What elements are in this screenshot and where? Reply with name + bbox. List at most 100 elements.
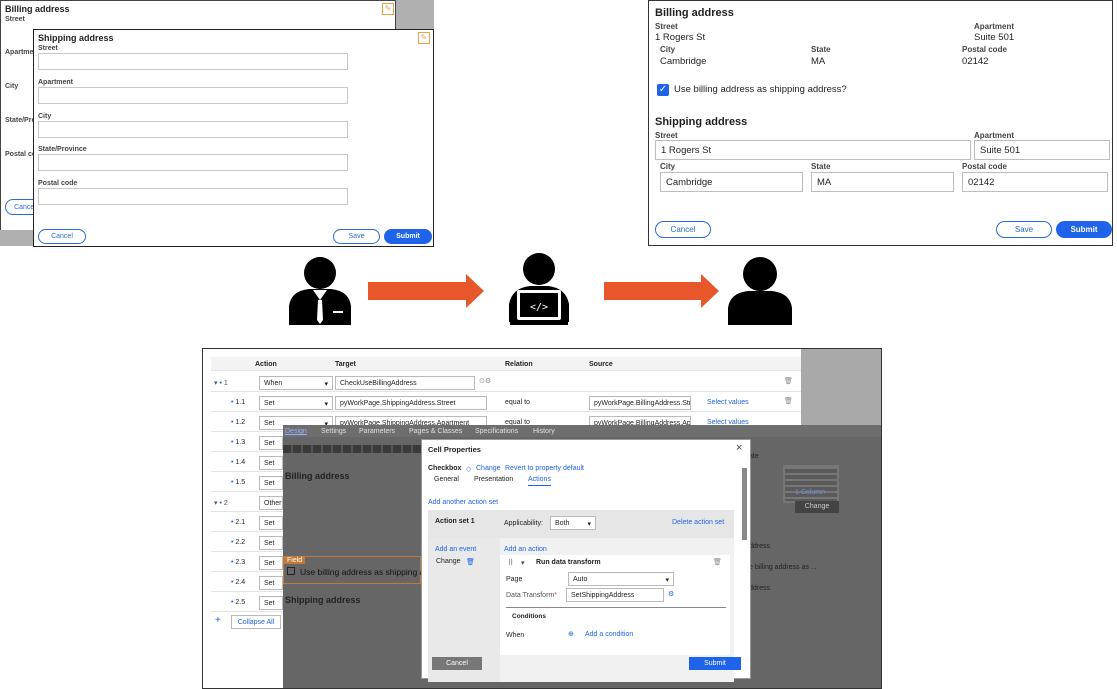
tab-design[interactable]: Design [285,428,307,435]
apartment-input[interactable] [38,87,348,104]
action-select[interactable]: Other [259,496,283,510]
tab-parameters[interactable]: Parameters [359,428,395,435]
apartment-label: Apartment [974,131,1015,140]
conditions-label: Conditions [512,613,546,620]
street-value: 1 Rogers St [655,32,706,43]
add-condition-icon[interactable]: ⊕ [568,630,574,638]
action-select[interactable]: Set▾ [259,396,333,410]
state-label: State/Province [38,146,87,153]
city-input[interactable]: Cambridge [660,172,803,192]
edit-icon[interactable]: ✎ [382,3,394,15]
scrollbar[interactable] [742,468,747,540]
trash-icon[interactable]: 🗑 [784,397,793,405]
target-input[interactable]: pyWorkPage.ShippingAddress.Street [335,396,487,410]
field-label: City [5,83,19,90]
tab-settings[interactable]: Settings [321,428,346,435]
submit-button[interactable]: Submit [1056,221,1112,238]
checkbox-checked[interactable]: ✓ [657,84,669,96]
action-select[interactable]: When ▾ [259,376,333,390]
cancel-button[interactable]: Cancel [38,229,86,244]
control-name: Checkbox [428,465,462,472]
postal-code-label: Postal code [962,45,1007,54]
target-input[interactable]: CheckUseBillingAddress [335,376,475,390]
action-select[interactable]: Set [259,556,283,570]
tree-item[interactable]: e billing address as ... [749,564,817,571]
table-row: • 2.3 Set [211,553,283,572]
street-input[interactable]: 1 Rogers St [655,140,971,160]
layout-thumbnail [783,465,839,503]
add-action-set-link[interactable]: Add another action set [428,499,498,506]
action-select[interactable]: Set [259,456,283,470]
cancel-button[interactable]: Cancel [432,657,482,670]
collapse-all-button[interactable]: Collapse All [231,615,281,629]
tree-item[interactable]: ddress [749,543,770,550]
action-select[interactable]: Set [259,476,283,490]
tab-presentation[interactable]: Presentation [474,476,513,483]
state-input[interactable]: MA [811,172,954,192]
postal-code-input[interactable]: 02142 [962,172,1108,192]
edit-icon[interactable]: ✎ [418,32,430,44]
action-select[interactable]: Set [259,596,283,610]
submit-button[interactable]: Submit [384,229,432,244]
tab-specifications[interactable]: Specifications [475,428,518,435]
table-row: • 2.4 Set [211,573,283,592]
code-glyph: </> [530,302,548,313]
data-transform-input[interactable]: SetShippingAddress [566,588,664,602]
add-action-link[interactable]: Add an action [504,546,547,553]
checkbox[interactable] [287,567,295,575]
add-condition-link[interactable]: Add a condition [585,631,633,638]
source-input[interactable]: pyWorkPage.BillingAddress.Str [589,396,691,410]
apartment-label: Apartment [38,79,74,86]
city-value: Cambridge [660,56,707,67]
close-icon[interactable]: × [736,442,742,454]
street-label: Street [655,131,678,140]
trash-icon[interactable]: 🗑 [466,558,475,566]
tab-history[interactable]: History [533,428,555,435]
header-source: Source [589,361,613,368]
event-item[interactable]: Change [436,558,461,565]
change-button[interactable]: Change [795,501,839,513]
change-link[interactable]: Change [476,465,501,472]
action-select[interactable]: Set [259,516,283,530]
action-select[interactable]: Set [259,576,283,590]
state-label: State [811,45,831,54]
drag-handle-icon[interactable]: ⠿ [508,559,513,567]
street-input[interactable] [38,53,348,70]
action-select[interactable]: Set [259,536,283,550]
save-button[interactable]: Save [996,221,1052,238]
delete-action-set-link[interactable]: Delete action set [672,519,724,526]
gray-panel [801,349,881,425]
designer-screenshot: Action Target Relation Source ▾ • 1 When… [202,348,882,689]
state-input[interactable] [38,154,348,171]
city-label: City [660,162,676,171]
applicability-select[interactable]: Both ▾ [550,516,596,530]
city-label: City [38,113,52,120]
submit-button[interactable]: Submit [689,657,741,670]
checkbox-label: Use billing address as shipping ad [300,567,429,577]
gear-icon[interactable]: ⊙⚙ [479,377,491,385]
city-input[interactable] [38,121,348,138]
save-button[interactable]: Save [333,229,380,244]
trash-icon[interactable]: 🗑 [784,377,793,385]
cancel-button[interactable]: Cancel [655,221,711,238]
shipping-form-front: Shipping address ✎ Street Apartment City… [33,29,434,247]
tab-actions[interactable]: Actions [528,476,551,486]
apartment-input[interactable]: Suite 501 [974,140,1110,160]
trash-icon[interactable]: 🗑 [713,558,722,566]
street-label: Street [38,45,58,52]
revert-link[interactable]: Revert to property default [505,465,584,472]
tree-item[interactable]: ddress [749,585,770,592]
tab-general[interactable]: General [434,476,459,483]
gray-backdrop [396,0,434,30]
add-row-icon[interactable]: + [215,615,221,626]
gear-icon[interactable]: ⚙ [668,590,674,598]
postal-code-input[interactable] [38,188,348,205]
gray-backdrop-bottom [0,230,34,246]
chevron-down-icon[interactable]: ▾ [521,559,525,567]
action-select[interactable]: Set [259,436,283,450]
tab-pages-classes[interactable]: Pages & Classes [409,428,462,435]
page-select[interactable]: Auto ▾ [568,572,674,586]
add-event-link[interactable]: Add an event [435,546,476,553]
select-values-link[interactable]: Select values [707,399,749,406]
table-row: ▾ • 2 Other [211,493,283,512]
